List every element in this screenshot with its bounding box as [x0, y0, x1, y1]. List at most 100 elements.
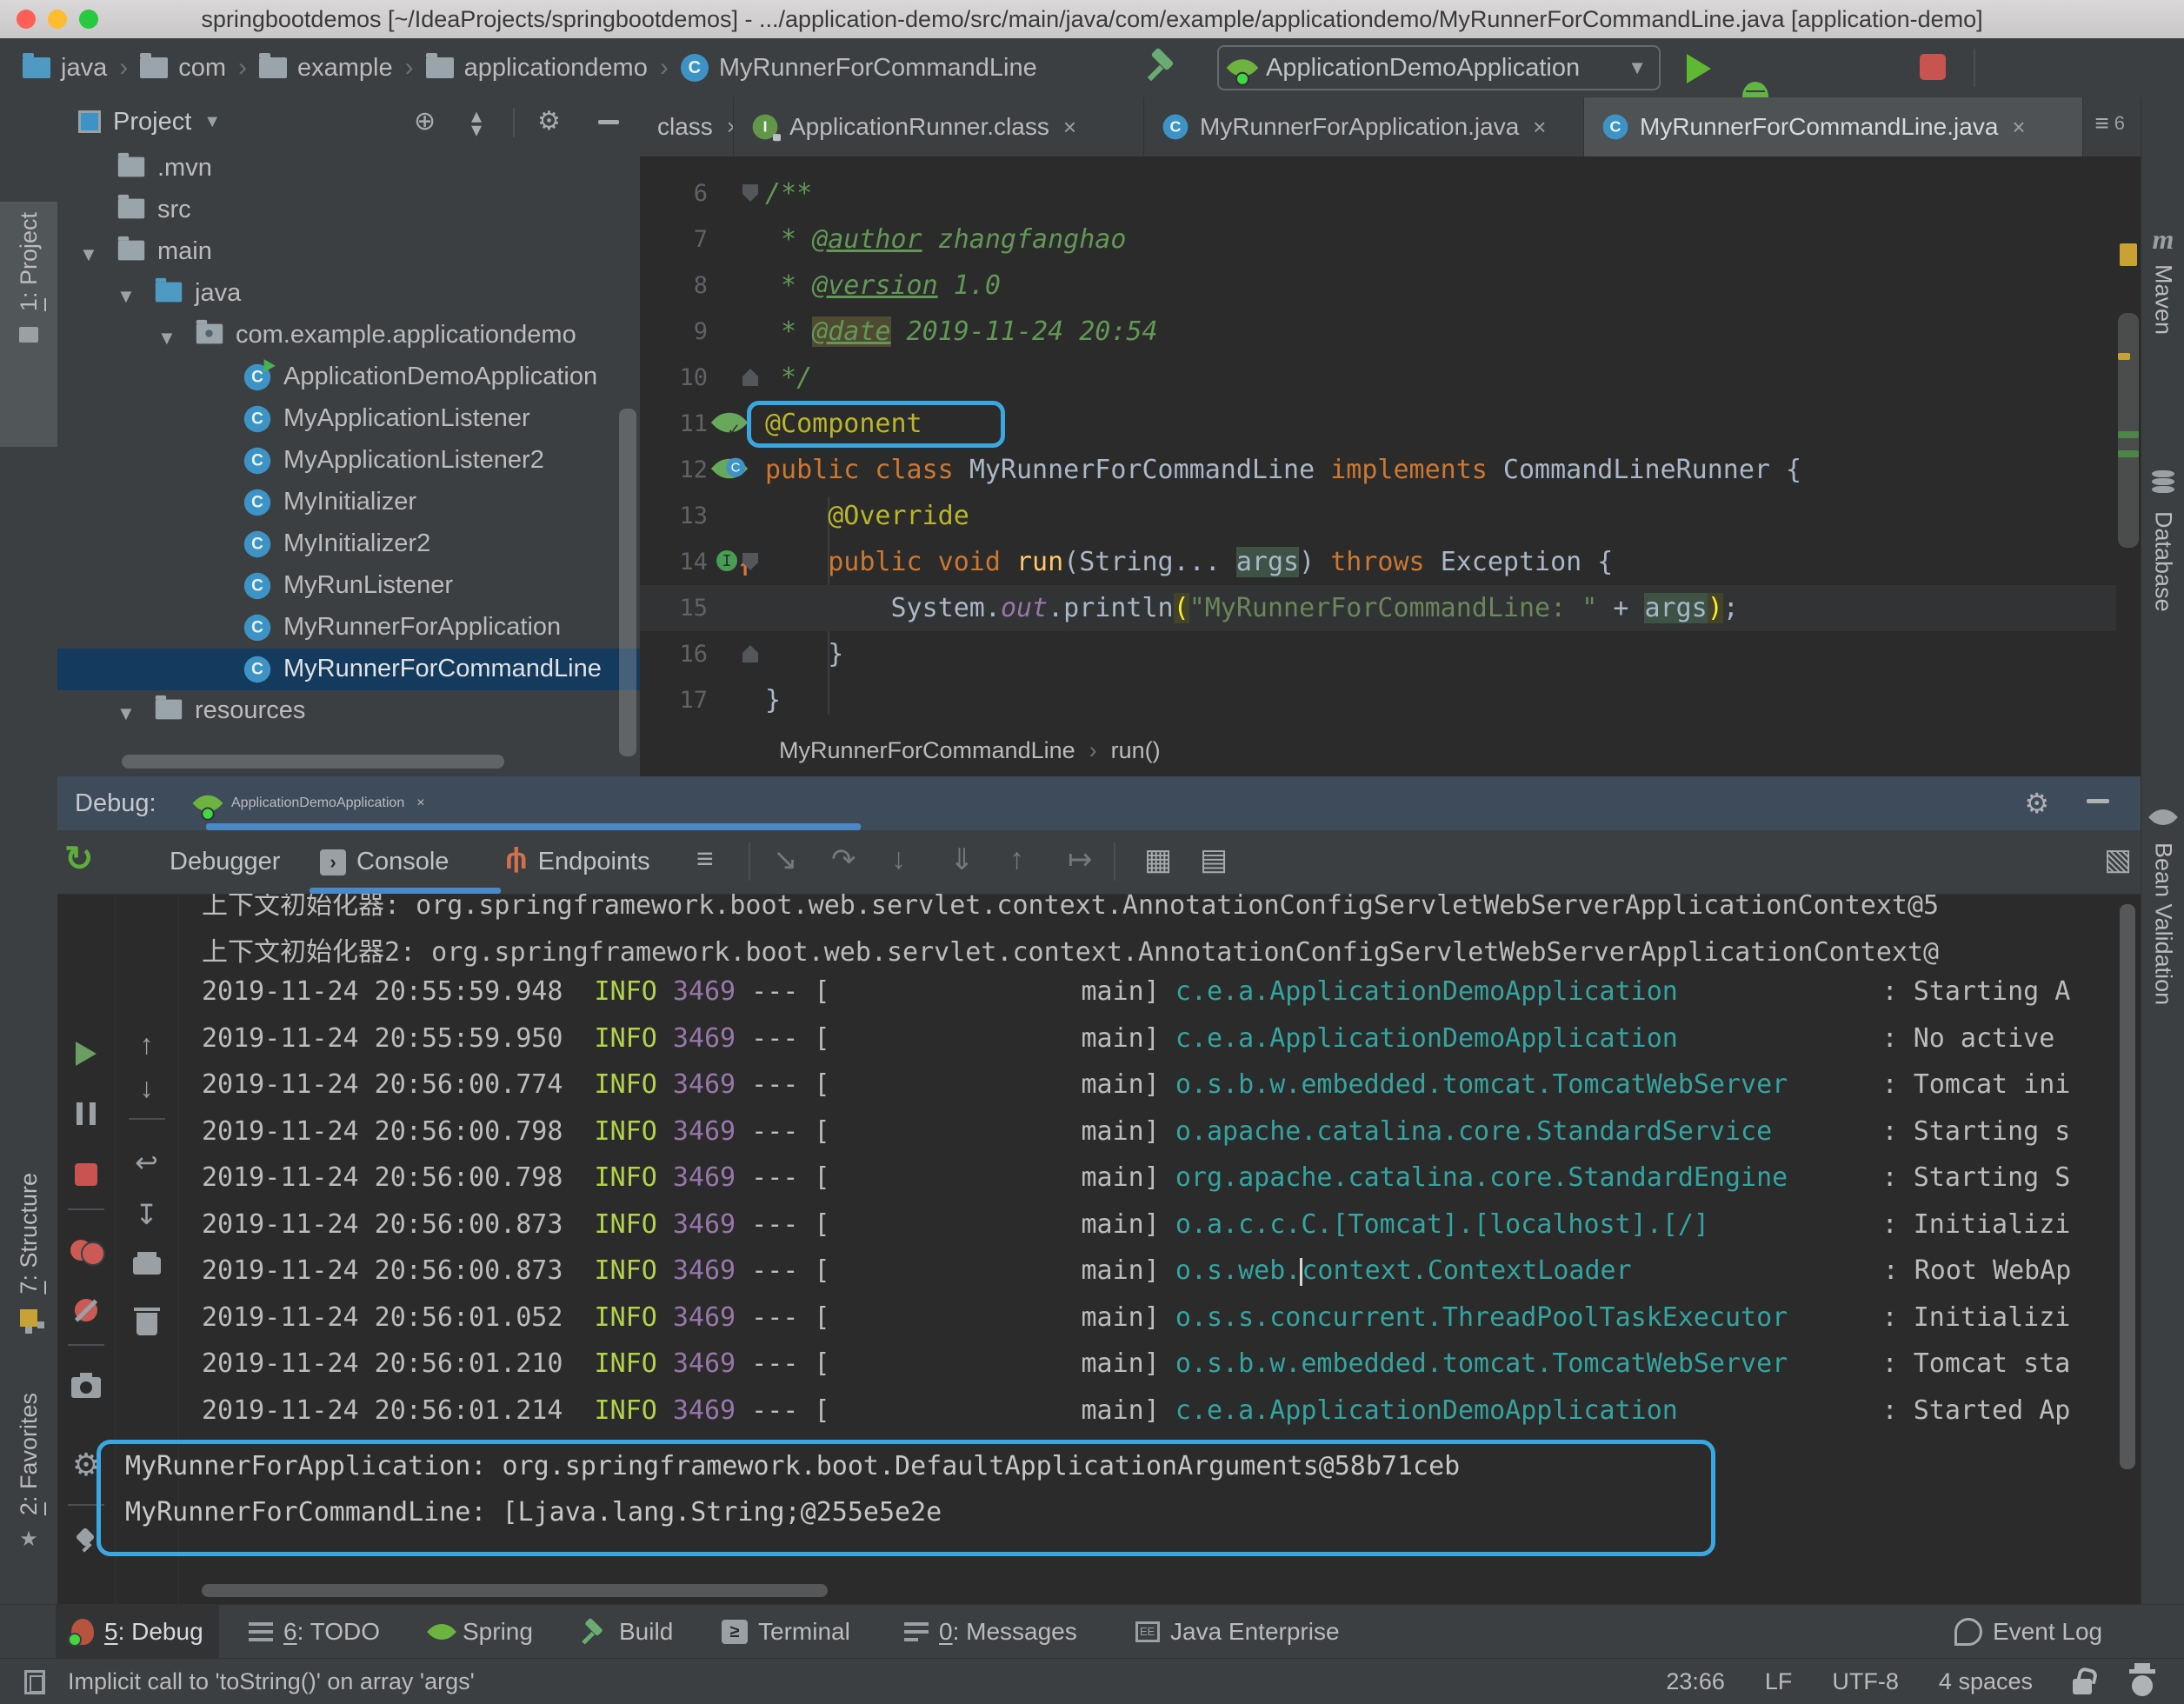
toolwindow-tab-javaenterprise[interactable]: Java Enterprise: [1120, 1605, 1355, 1659]
build-project-icon[interactable]: [1148, 50, 1177, 80]
soft-wrap-icon[interactable]: ↩: [115, 1146, 178, 1179]
tree-item-src[interactable]: src: [57, 190, 640, 231]
toolwindow-tab-todo[interactable]: 6: TODO: [233, 1605, 396, 1659]
tree-item-com.example.applicationdemo[interactable]: ▼com.example.applicationdemo: [57, 315, 640, 356]
step-into-icon[interactable]: ↓: [891, 842, 906, 876]
editor-tab-MyRunnerForCommandLine.java[interactable]: MyRunnerForCommandLine.java×: [1584, 97, 2083, 156]
tree-item-MyApplicationListener2[interactable]: MyApplicationListener2: [57, 440, 640, 482]
line-number[interactable]: 6: [640, 170, 708, 216]
fold-marker[interactable]: [742, 645, 758, 662]
line-number[interactable]: 17: [640, 677, 708, 723]
gear-icon[interactable]: ⚙: [537, 106, 561, 136]
toolwindow-tab-event-log[interactable]: Event Log: [1939, 1605, 2118, 1659]
line-number[interactable]: 11: [640, 401, 708, 447]
show-execution-point-icon[interactable]: ↘: [773, 842, 798, 877]
warning-stripe-mark[interactable]: [2118, 353, 2130, 360]
pause-icon[interactable]: [57, 1102, 115, 1125]
run-configuration-select[interactable]: ApplicationDemoApplication ▼: [1217, 45, 1661, 90]
force-step-into-icon[interactable]: ⇓: [949, 842, 975, 877]
inspection-widget[interactable]: ≡ 6: [2094, 110, 2125, 137]
fold-marker[interactable]: [742, 184, 758, 202]
locate-file-icon[interactable]: ⊕: [414, 106, 436, 136]
tree-item-MyRunListener[interactable]: MyRunListener: [57, 565, 640, 607]
tree-item-ApplicationDemoApplication[interactable]: ApplicationDemoApplication: [57, 356, 640, 398]
spring-bean-class-gutter-icon[interactable]: [711, 450, 748, 487]
lock-icon[interactable]: [2073, 1679, 2092, 1694]
tree-expand-arrow[interactable]: ▼: [79, 243, 98, 266]
tree-vertical-scrollbar[interactable]: [619, 409, 636, 756]
close-icon[interactable]: ×: [416, 795, 424, 811]
breadcrumb-item-MyRunnerForCommandLine[interactable]: MyRunnerForCommandLine: [681, 54, 1037, 83]
line-number[interactable]: 13: [640, 493, 708, 539]
tree-expand-arrow[interactable]: ▼: [157, 327, 176, 349]
trace-settings-icon[interactable]: ▤: [1200, 842, 1228, 877]
status-doc-icon[interactable]: [24, 1670, 45, 1694]
editor-scrollbar-thumb[interactable]: [2118, 313, 2139, 548]
debug-tab-console[interactable]: ›Console: [320, 830, 449, 894]
editor-tab-ApplicationRunner.class[interactable]: ApplicationRunner.class×: [734, 97, 1144, 156]
breadcrumb-item-applicationdemo[interactable]: applicationdemo: [426, 54, 648, 83]
tree-item-java[interactable]: ▼java: [57, 273, 640, 315]
stop-button[interactable]: [1920, 54, 1946, 80]
clear-console-icon[interactable]: [115, 1309, 178, 1335]
view-breakpoints-icon[interactable]: [57, 1240, 115, 1262]
hide-panel-icon[interactable]: [598, 120, 619, 124]
status-message[interactable]: Implicit call to 'toString()' on array '…: [68, 1668, 475, 1695]
thread-dump-icon[interactable]: [57, 1374, 115, 1398]
tree-item-MyApplicationListener[interactable]: MyApplicationListener: [57, 398, 640, 440]
stop-icon[interactable]: [57, 1163, 115, 1186]
debug-tab-endpoints[interactable]: ψEndpoints: [505, 830, 650, 894]
toolwindow-tab-terminal[interactable]: ≥Terminal: [706, 1605, 866, 1659]
debug-tab-debugger[interactable]: Debugger: [170, 830, 280, 894]
caret-position[interactable]: 23:66: [1666, 1668, 1725, 1695]
collapse-all-icon[interactable]: ▴▾: [471, 110, 482, 137]
tree-item-MyInitializer[interactable]: MyInitializer: [57, 482, 640, 523]
line-number[interactable]: 7: [640, 216, 708, 263]
line-number[interactable]: 9: [640, 309, 708, 355]
tree-expand-arrow[interactable]: ▼: [117, 702, 136, 725]
toolwindow-tab-messages[interactable]: 0: Messages: [889, 1605, 1093, 1659]
gear-icon[interactable]: ⚙: [2024, 787, 2049, 820]
line-number[interactable]: 16: [640, 631, 708, 677]
toolwindow-tab-build[interactable]: Build: [563, 1605, 689, 1659]
line-number[interactable]: 14: [640, 539, 708, 585]
tree-item-MyInitializer2[interactable]: MyInitializer2: [57, 523, 640, 565]
editor-tab-MyRunnerForApplication.java[interactable]: MyRunnerForApplication.java×: [1144, 97, 1584, 156]
step-over-icon[interactable]: ↷: [831, 842, 856, 877]
spring-bean-gutter-icon[interactable]: [711, 404, 748, 441]
step-out-icon[interactable]: ↑: [1009, 842, 1024, 876]
print-icon[interactable]: [115, 1252, 178, 1275]
tree-expand-arrow[interactable]: ▼: [117, 285, 136, 308]
close-icon[interactable]: ×: [1063, 114, 1076, 141]
error-stripe[interactable]: [2116, 156, 2141, 776]
editor-tab-class[interactable]: class×: [640, 97, 734, 156]
debug-session-tab[interactable]: ApplicationDemoApplication ×: [196, 776, 425, 830]
tree-item-.mvn[interactable]: .mvn: [57, 148, 640, 190]
breadcrumb-item-com[interactable]: com: [140, 54, 226, 83]
sidebar-item-project[interactable]: 1: Project: [0, 202, 57, 447]
line-number[interactable]: 8: [640, 263, 708, 309]
down-stack-icon[interactable]: ↓: [115, 1072, 178, 1104]
sidebar-item-maven[interactable]: mMaven: [2141, 228, 2184, 335]
up-stack-icon[interactable]: ↑: [115, 1028, 178, 1061]
tree-horizontal-scrollbar[interactable]: [122, 755, 504, 769]
file-encoding[interactable]: UTF-8: [1832, 1668, 1899, 1695]
close-icon[interactable]: ×: [2012, 114, 2025, 141]
mute-breakpoints-icon[interactable]: [57, 1299, 115, 1321]
chevron-down-icon[interactable]: ▼: [203, 112, 221, 132]
breadcrumb-item-example[interactable]: example: [259, 54, 393, 83]
info-stripe-mark[interactable]: [2118, 450, 2139, 457]
scroll-to-end-icon[interactable]: ↧: [115, 1198, 178, 1231]
toolwindow-tab-debug[interactable]: 5: Debug: [56, 1605, 219, 1659]
hamburger-icon[interactable]: ≡: [696, 842, 714, 876]
toolwindow-tab-spring[interactable]: Spring: [416, 1605, 549, 1659]
sidebar-item-structure[interactable]: 7: Structure: [0, 1162, 57, 1360]
layout-settings-icon[interactable]: ▧: [2104, 842, 2132, 877]
indent-setting[interactable]: 4 spaces: [1939, 1668, 2033, 1695]
tree-item-MyRunnerForApplication[interactable]: MyRunnerForApplication: [57, 607, 640, 649]
tree-item-resources[interactable]: ▼resources: [57, 690, 640, 732]
info-stripe-mark[interactable]: [2118, 431, 2139, 438]
line-number[interactable]: 12: [640, 447, 708, 493]
run-to-cursor-icon[interactable]: ↦: [1068, 842, 1093, 877]
close-icon[interactable]: ×: [1533, 114, 1546, 141]
